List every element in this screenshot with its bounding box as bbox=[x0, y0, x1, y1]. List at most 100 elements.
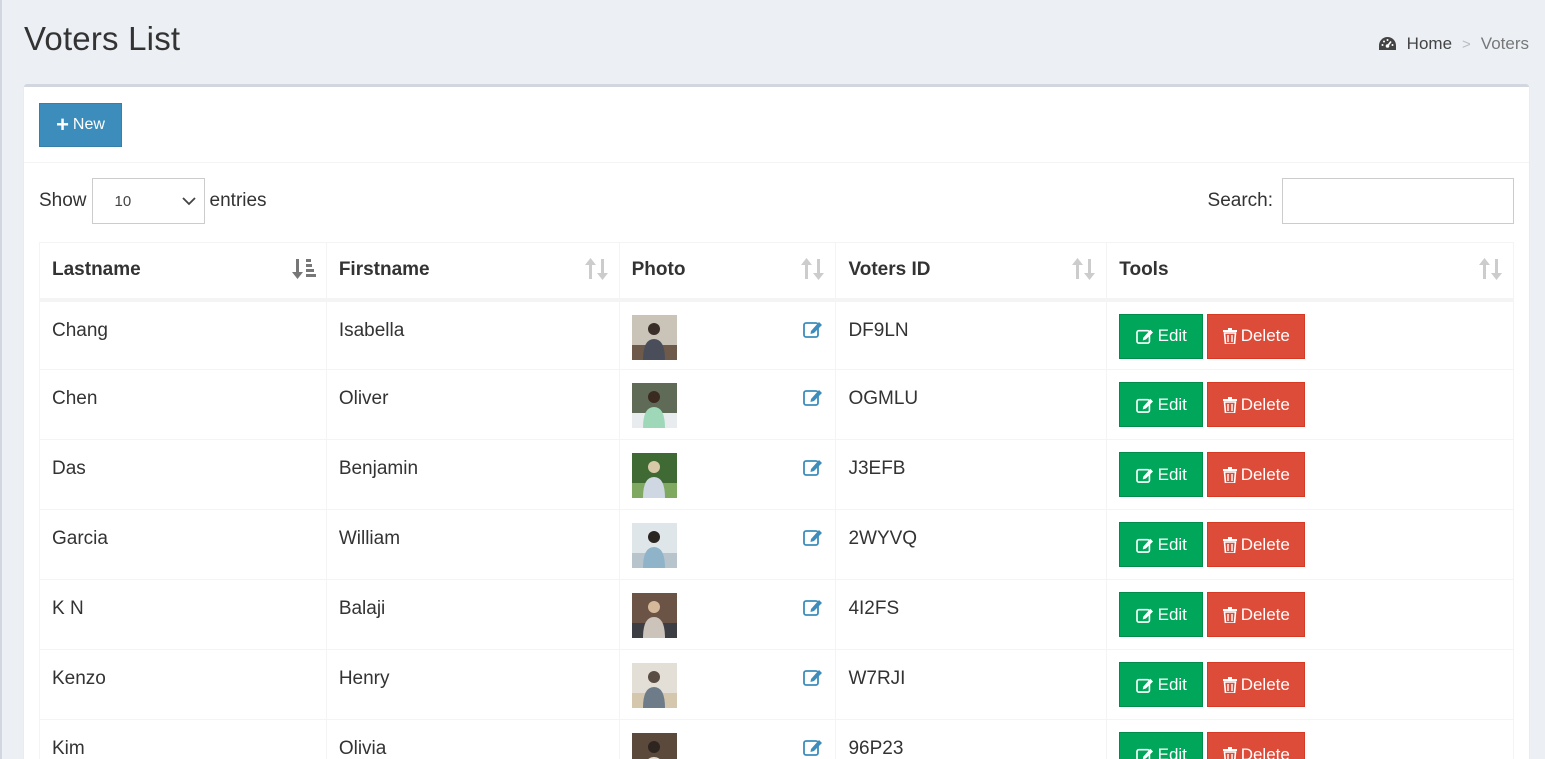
new-voter-button[interactable]: + New bbox=[39, 103, 122, 147]
voter-photo bbox=[631, 733, 677, 759]
delete-button-label: Delete bbox=[1240, 464, 1290, 484]
lastname-cell: K N bbox=[39, 579, 327, 650]
delete-button-label: Delete bbox=[1240, 394, 1290, 414]
delete-button-label: Delete bbox=[1240, 326, 1290, 345]
sidebar-edge bbox=[0, 0, 2, 759]
photo-cell bbox=[618, 369, 837, 440]
voter-photo bbox=[631, 523, 677, 568]
edit-button[interactable]: Edit bbox=[1119, 732, 1204, 759]
photo-cell bbox=[618, 579, 837, 650]
voters-id-cell: W7RJI bbox=[835, 649, 1108, 720]
photo-cell bbox=[618, 719, 837, 759]
delete-button[interactable]: Delete bbox=[1207, 592, 1306, 637]
trash-icon bbox=[1222, 466, 1237, 483]
column-header-label: Firstname bbox=[338, 259, 430, 281]
breadcrumb: Home > Voters bbox=[1378, 34, 1529, 54]
dashboard-icon bbox=[1378, 37, 1396, 50]
table-header-row: Lastname Firstname Photo Voters ID Tools bbox=[39, 242, 1514, 302]
column-header-firstname[interactable]: Firstname bbox=[325, 242, 620, 302]
delete-button-label: Delete bbox=[1240, 674, 1290, 694]
table-row: Das Benjamin J3EFB Edit Delete bbox=[39, 439, 1514, 510]
voters-box: + New Show 10 entries Search: Lastname F… bbox=[24, 84, 1529, 759]
column-header-label: Photo bbox=[631, 259, 686, 281]
tools-cell: Edit Delete bbox=[1106, 579, 1514, 650]
edit-photo-icon[interactable] bbox=[803, 388, 823, 412]
lastname-cell: Chang bbox=[39, 299, 327, 370]
table-row: Chen Oliver OGMLU Edit Delete bbox=[39, 369, 1514, 440]
sort-icon bbox=[801, 258, 825, 280]
edit-button-label: Edit bbox=[1157, 674, 1187, 694]
edit-photo-icon[interactable] bbox=[803, 598, 823, 622]
page-length-select[interactable]: 10 bbox=[91, 178, 205, 224]
new-button-label: New bbox=[72, 116, 105, 133]
photo-cell bbox=[618, 509, 837, 580]
edit-icon bbox=[1135, 748, 1153, 759]
page-length-control: Show 10 entries bbox=[39, 178, 267, 224]
edit-button-label: Edit bbox=[1157, 534, 1187, 554]
voters-id-cell: OGMLU bbox=[835, 369, 1108, 440]
search-input[interactable] bbox=[1282, 178, 1514, 224]
edit-icon bbox=[1135, 468, 1153, 483]
edit-photo-icon[interactable] bbox=[803, 668, 823, 692]
edit-icon bbox=[1135, 398, 1153, 413]
tools-cell: Edit Delete bbox=[1106, 299, 1514, 370]
edit-button[interactable]: Edit bbox=[1119, 522, 1204, 567]
delete-button[interactable]: Delete bbox=[1207, 382, 1306, 427]
trash-icon bbox=[1222, 328, 1237, 344]
edit-photo-icon[interactable] bbox=[803, 320, 823, 344]
table-body: Chang Isabella DF9LN Edit Delete Chen Ol… bbox=[39, 299, 1514, 759]
firstname-cell: Olivia bbox=[325, 719, 620, 759]
delete-button[interactable]: Delete bbox=[1207, 732, 1306, 759]
delete-button[interactable]: Delete bbox=[1207, 522, 1306, 567]
breadcrumb-home-link[interactable]: Home bbox=[1378, 34, 1452, 54]
edit-photo-icon[interactable] bbox=[803, 528, 823, 552]
edit-button[interactable]: Edit bbox=[1119, 313, 1204, 359]
trash-icon bbox=[1222, 396, 1237, 413]
breadcrumb-separator: > bbox=[1462, 35, 1471, 53]
voters-id-cell: 96P23 bbox=[835, 719, 1108, 759]
column-header-label: Tools bbox=[1119, 259, 1169, 281]
photo-cell bbox=[618, 649, 837, 720]
column-header-label: Voters ID bbox=[848, 259, 931, 281]
delete-button[interactable]: Delete bbox=[1207, 313, 1306, 359]
firstname-cell: Henry bbox=[325, 649, 620, 720]
show-label: Show bbox=[39, 190, 87, 211]
column-header-lastname[interactable]: Lastname bbox=[39, 242, 327, 302]
edit-button[interactable]: Edit bbox=[1119, 592, 1204, 637]
breadcrumb-home-label: Home bbox=[1406, 34, 1453, 53]
edit-button[interactable]: Edit bbox=[1119, 452, 1204, 497]
voters-id-cell: 4I2FS bbox=[835, 579, 1108, 650]
delete-button[interactable]: Delete bbox=[1207, 662, 1306, 707]
firstname-cell: Benjamin bbox=[325, 439, 620, 510]
edit-icon bbox=[1135, 608, 1153, 623]
column-header-voters-id[interactable]: Voters ID bbox=[835, 242, 1108, 302]
sort-icon bbox=[1479, 258, 1502, 280]
voters-table: Lastname Firstname Photo Voters ID Tools… bbox=[39, 242, 1514, 759]
trash-icon bbox=[1222, 606, 1237, 623]
edit-icon bbox=[1135, 678, 1153, 693]
edit-button[interactable]: Edit bbox=[1119, 662, 1204, 707]
table-row: Kim Olivia 96P23 Edit Delete bbox=[39, 719, 1514, 759]
edit-photo-icon[interactable] bbox=[803, 458, 823, 482]
column-header-tools[interactable]: Tools bbox=[1106, 242, 1514, 302]
voter-photo bbox=[631, 314, 677, 360]
column-header-photo[interactable]: Photo bbox=[618, 242, 837, 302]
sort-icon bbox=[1072, 258, 1096, 280]
edit-button-label: Edit bbox=[1157, 464, 1187, 484]
tools-cell: Edit Delete bbox=[1106, 509, 1514, 580]
delete-button-label: Delete bbox=[1240, 534, 1290, 554]
delete-button[interactable]: Delete bbox=[1207, 452, 1306, 497]
edit-button-label: Edit bbox=[1157, 394, 1187, 414]
edit-button[interactable]: Edit bbox=[1119, 382, 1204, 427]
voter-photo bbox=[631, 593, 677, 638]
firstname-cell: William bbox=[325, 509, 620, 580]
entries-label: entries bbox=[209, 190, 267, 211]
voters-id-cell: DF9LN bbox=[835, 299, 1108, 370]
lastname-cell: Garcia bbox=[39, 509, 327, 580]
lastname-cell: Kenzo bbox=[39, 649, 327, 720]
edit-photo-icon[interactable] bbox=[803, 738, 823, 759]
firstname-cell: Balaji bbox=[325, 579, 620, 650]
lastname-cell: Kim bbox=[39, 719, 327, 759]
page-title: Voters List bbox=[24, 20, 181, 57]
table-row: Chang Isabella DF9LN Edit Delete bbox=[39, 299, 1514, 370]
